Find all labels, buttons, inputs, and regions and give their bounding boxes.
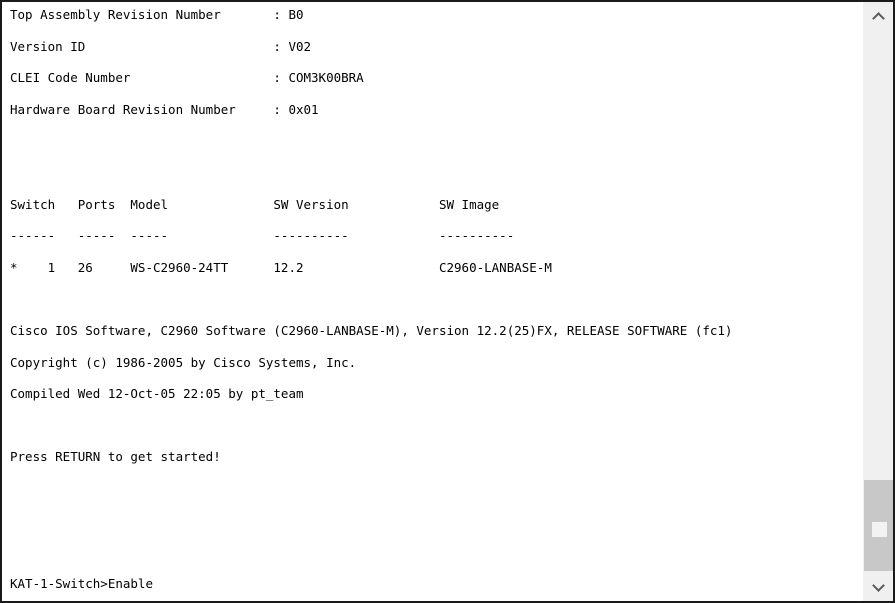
terminal-line: ------ ----- ----- ---------- ---------- xyxy=(10,228,515,244)
terminal-output[interactable]: Top Assembly Revision Number : B0 Versio… xyxy=(2,2,862,601)
cli-console-window: Top Assembly Revision Number : B0 Versio… xyxy=(0,0,895,603)
scrollbar-thumb-grip xyxy=(871,522,887,537)
terminal-line: Compiled Wed 12-Oct-05 22:05 by pt_team xyxy=(10,386,304,402)
chevron-up-icon xyxy=(873,12,884,23)
terminal-line: Hardware Board Revision Number : 0x01 xyxy=(10,101,319,117)
terminal-line: Switch Ports Model SW Version SW Image xyxy=(10,196,500,212)
terminal-line: Version ID : V02 xyxy=(10,38,312,54)
terminal-line: CLEI Code Number : COM3K00BRA xyxy=(10,70,364,86)
terminal-line: Top Assembly Revision Number : B0 xyxy=(10,7,304,22)
scrollbar-track[interactable] xyxy=(863,32,893,580)
scrollbar-thumb[interactable] xyxy=(864,480,893,580)
terminal-line: * 1 26 WS-C2960-24TT 12.2 C2960-LANBASE-… xyxy=(10,259,552,275)
vertical-scrollbar[interactable] xyxy=(862,2,893,601)
terminal-line: Copyright (c) 1986-2005 by Cisco Systems… xyxy=(10,354,357,370)
scrollbar-up-button[interactable] xyxy=(863,2,893,32)
terminal-line: Cisco IOS Software, C2960 Software (C296… xyxy=(10,322,733,338)
chevron-down-icon xyxy=(873,581,884,592)
terminal-line: Press RETURN to get started! xyxy=(10,449,221,465)
terminal-viewport[interactable]: Top Assembly Revision Number : B0 Versio… xyxy=(2,2,862,601)
terminal-line: KAT-1-Switch>Enable xyxy=(10,575,153,591)
scrollbar-down-button[interactable] xyxy=(863,571,893,601)
